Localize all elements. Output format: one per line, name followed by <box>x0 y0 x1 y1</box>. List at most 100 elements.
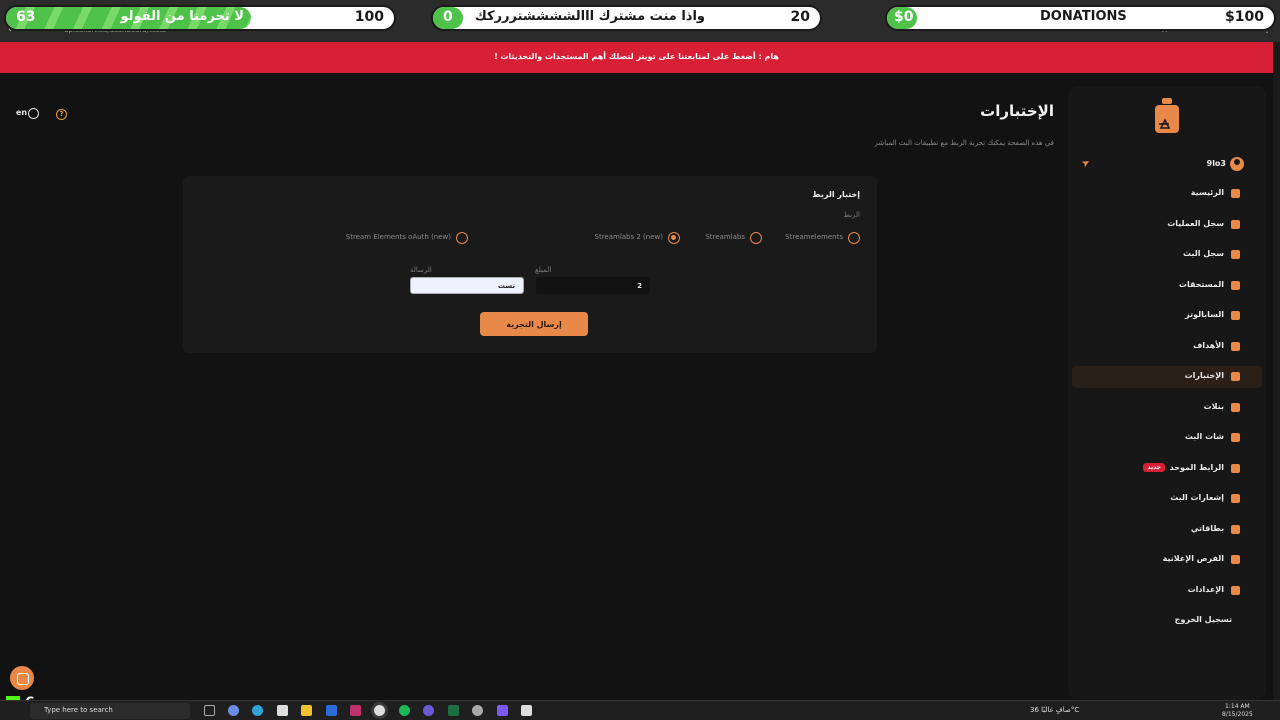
message-label: الرسالة <box>410 266 432 274</box>
alert-banner[interactable]: ! هام : أضغط على لمتابعتنا على تويتر لتص… <box>0 42 1273 73</box>
send-test-button[interactable]: إرسال التجربة <box>480 312 588 336</box>
amount-input[interactable] <box>536 277 650 294</box>
follower-goal-bar: 63 لا تحرمنا من الفولو 100 <box>4 5 396 31</box>
outlook-icon[interactable] <box>326 705 337 716</box>
flask-icon <box>1231 372 1240 381</box>
sidebar-item-unified-link[interactable]: الرابط الموحد جديد <box>1072 458 1262 480</box>
sidebar-item-label: المستحقات <box>1178 280 1224 289</box>
sidebar-item-label: بطاقاتي <box>1190 524 1224 533</box>
wallet-icon <box>1231 281 1240 290</box>
amount-label: المبلغ <box>535 266 552 274</box>
weather-widget[interactable]: صافٍ غالبًا 36°C <box>1030 706 1079 714</box>
radio-stream-elements-oauth[interactable]: Stream Elements oAuth (new) <box>345 232 468 246</box>
sidebar-item-stream-chat[interactable]: شات البث <box>1072 427 1262 449</box>
obs-icon[interactable] <box>423 705 434 716</box>
language-switch[interactable]: en <box>16 108 27 117</box>
sidebar-item-label: الفرص الإعلانية <box>1162 554 1224 563</box>
app-icon-3[interactable] <box>521 705 532 716</box>
page-scrollbar[interactable] <box>1273 42 1280 700</box>
send-icon[interactable]: ➤ <box>1080 157 1093 171</box>
sidebar-item-settings[interactable]: الإعدادات <box>1072 580 1262 602</box>
home-icon <box>1231 189 1240 198</box>
new-badge: جديد <box>1143 463 1165 472</box>
chat-widget-button[interactable] <box>10 666 34 690</box>
discord-icon[interactable] <box>497 705 508 716</box>
sidebar-item-transactions[interactable]: سجل العمليات <box>1072 214 1262 236</box>
page-title: الإختبارات <box>980 102 1054 120</box>
clock-date[interactable]: 8/15/2025 <box>1222 711 1253 719</box>
sub-goal-current: 0 <box>443 9 453 25</box>
globe-icon[interactable] <box>28 108 39 119</box>
sidebar-item-label: تسجيل الخروج <box>1174 615 1232 624</box>
sidebar-item-logout[interactable]: تسجيل الخروج <box>1072 610 1262 632</box>
clock[interactable]: 1:14 AM 8/15/2025 <box>1222 703 1253 719</box>
panel-icon <box>1231 403 1240 412</box>
sidebar-item-goals[interactable]: الأهداف <box>1072 336 1262 358</box>
radio-circle-icon[interactable] <box>456 232 468 244</box>
radio-label: Streamlabs <box>705 233 745 241</box>
help-icon[interactable]: ? <box>56 109 67 120</box>
pie-chart-icon <box>1231 342 1240 351</box>
radio-streamlabs-2[interactable]: Streamlabs 2 (new) <box>594 232 680 246</box>
sidebar-item-home[interactable]: الرئيسية <box>1072 183 1262 205</box>
sidebar-item-stream-log[interactable]: سجل البث <box>1072 244 1262 266</box>
sidebar: ➤ 9lo3 الرئيسية سجل العمليات سجل البث ال… <box>1068 86 1266 700</box>
card-title: إختبار الربط <box>812 190 860 199</box>
excel-icon[interactable] <box>448 705 459 716</box>
spotify-icon[interactable] <box>399 705 410 716</box>
clock-time[interactable]: 1:14 AM <box>1222 703 1253 711</box>
radio-circle-icon[interactable] <box>750 232 762 244</box>
sidebar-item-ad-opportunities[interactable]: الفرص الإعلانية <box>1072 549 1262 571</box>
sidebar-item-label: سجل البث <box>1182 249 1224 258</box>
copilot-icon[interactable] <box>228 705 239 716</box>
radio-streamelements[interactable]: Streamelements <box>780 232 860 246</box>
edge-icon[interactable] <box>252 705 263 716</box>
radio-selected-icon[interactable] <box>668 232 680 244</box>
sidebar-item-label: الأهداف <box>1193 341 1224 350</box>
phone-icon <box>1231 494 1240 503</box>
follower-goal-text: لا تحرمنا من الفولو <box>120 9 244 24</box>
sidebar-item-label: السابالوتز <box>1185 310 1224 319</box>
explorer-icon[interactable] <box>301 705 312 716</box>
dollar-icon <box>1231 220 1240 229</box>
sidebar-item-my-cards[interactable]: بطاقاتي <box>1072 519 1262 541</box>
sidebar-item-label: إشعارات البث <box>1170 493 1224 502</box>
sidebar-item-tests[interactable]: الإختبارات <box>1072 366 1262 388</box>
sidebar-item-stream-alerts[interactable]: إشعارات البث <box>1072 488 1262 510</box>
windows-taskbar: Type here to search صافٍ غالبًا 36°C 1:1… <box>0 700 1280 720</box>
alert-text[interactable]: ! هام : أضغط على لمتابعتنا على تويتر لتص… <box>0 52 1273 61</box>
sidebar-item-label: الرئيسية <box>1190 188 1224 197</box>
taskbar-search[interactable]: Type here to search <box>30 703 190 719</box>
chrome-icon[interactable] <box>374 705 385 716</box>
radio-label: Streamlabs 2 (new) <box>594 233 664 241</box>
user-name[interactable]: 9lo3 <box>1207 159 1226 168</box>
sub-goal-bar: 0 واذا منت مشترك ااالششششتررركك 20 <box>431 5 822 31</box>
sidebar-item-label: بنلات <box>1203 402 1224 411</box>
message-input[interactable] <box>410 277 524 294</box>
document-icon <box>1231 311 1240 320</box>
sidebar-item-label: الإعدادات <box>1187 585 1224 594</box>
sidebar-item-label: سجل العمليات <box>1167 219 1224 228</box>
sidebar-item-subathons[interactable]: السابالوتز <box>1072 305 1262 327</box>
donation-goal-current: $0 <box>894 9 914 25</box>
sidebar-item-label: الرابط الموحد <box>1169 463 1224 472</box>
donation-goal-target: $100 <box>1225 9 1264 25</box>
search-placeholder[interactable]: Type here to search <box>44 706 113 714</box>
store-icon[interactable] <box>277 705 288 716</box>
card-icon <box>1231 525 1240 534</box>
task-view-icon[interactable] <box>204 705 215 716</box>
sidebar-item-label: الإختبارات <box>1184 371 1224 380</box>
radio-streamlabs[interactable]: Streamlabs <box>702 232 762 246</box>
sidebar-item-label: شات البث <box>1184 432 1224 441</box>
follower-goal-current: 63 <box>16 9 36 25</box>
app-icon[interactable] <box>350 705 361 716</box>
sidebar-item-panels[interactable]: بنلات <box>1072 397 1262 419</box>
sidebar-item-dues[interactable]: المستحقات <box>1072 275 1262 297</box>
sub-goal-text: واذا منت مشترك ااالششششتررركك <box>474 9 705 24</box>
broadcast-icon <box>1231 250 1240 259</box>
radio-circle-icon[interactable] <box>848 232 860 244</box>
app-icon-2[interactable] <box>472 705 483 716</box>
user-avatar-icon[interactable] <box>1230 157 1244 171</box>
donation-goal-bar: $0 DONATIONS $100 <box>885 5 1276 31</box>
radio-label: Stream Elements oAuth (new) <box>345 233 451 241</box>
